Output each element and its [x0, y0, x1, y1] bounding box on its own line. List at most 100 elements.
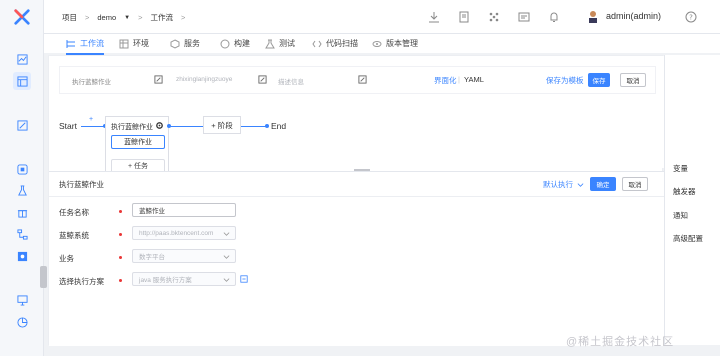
network-icon[interactable] [13, 225, 31, 243]
yaml-mode-link[interactable]: YAML [464, 75, 484, 84]
breadcrumb-item[interactable]: demo [97, 13, 116, 22]
plan-select[interactable]: java 服务执行方案 [132, 272, 236, 286]
business-value: 数字平台 [139, 254, 165, 261]
required-marker [119, 279, 122, 282]
field-label: 任务名称 [59, 208, 89, 217]
mode-separator: | [458, 75, 460, 84]
nav-notify[interactable]: 通知 [673, 210, 688, 221]
field-label: 业务 [59, 254, 74, 263]
breadcrumb-item[interactable]: 项目 [62, 12, 77, 23]
tab-workflow[interactable]: 工作流 [66, 38, 104, 55]
workflow-description: 描述信息 [278, 79, 304, 86]
grid-icon[interactable] [13, 160, 31, 178]
user-name: admin(admin) [606, 11, 662, 21]
run-mode-select[interactable]: 默认执行 [543, 179, 584, 190]
help-circle-icon[interactable]: ? [685, 11, 697, 23]
nav-variables[interactable]: 变量 [673, 163, 688, 174]
edit-icon[interactable] [13, 116, 31, 134]
cancel-button[interactable]: 取消 [620, 73, 646, 87]
gear-icon[interactable] [155, 121, 164, 130]
edit-name-icon[interactable] [154, 75, 163, 84]
eye-icon [372, 40, 382, 47]
code-icon [312, 40, 322, 47]
workflow-icon [66, 39, 75, 48]
task-atom[interactable]: 蓝鲸作业 [111, 135, 165, 149]
tab-test[interactable]: 测试 [265, 38, 295, 49]
gift-icon[interactable] [13, 203, 31, 221]
breadcrumb: 项目 > demo ▼ > 工作流 > [62, 12, 185, 23]
tab-environment[interactable]: 环境 [119, 38, 149, 49]
task-config-panel: 执行蓝鲸作业 默认执行 确定 取消 任务名称 蓝鲸作业 蓝鲸系统 http://… [49, 171, 664, 346]
edit-desc-icon[interactable] [358, 75, 367, 84]
system-value: http://paas.bktencent.com [139, 229, 214, 237]
breadcrumb-item[interactable]: 工作流 [151, 12, 174, 23]
doc-icon[interactable] [458, 11, 470, 23]
tab-label: 测试 [279, 39, 295, 48]
end-node: End [271, 121, 287, 131]
caret-down-icon[interactable]: ▼ [124, 15, 130, 21]
add-stage-button[interactable]: + 阶段 [203, 116, 241, 134]
plan-value: java 服务执行方案 [139, 277, 192, 284]
tab-service[interactable]: 服务 [170, 38, 200, 49]
news-icon[interactable] [518, 11, 530, 23]
system-select[interactable]: http://paas.bktencent.com [132, 226, 236, 240]
settings-icon[interactable] [13, 247, 31, 265]
download-icon[interactable] [428, 11, 440, 23]
stage-card[interactable]: 执行蓝鲸作业 蓝鲸作业 + 任务 [105, 116, 169, 174]
tab-label: 服务 [184, 39, 200, 48]
logo-icon[interactable] [13, 8, 31, 26]
tab-build[interactable]: 构建 [220, 38, 250, 49]
gui-mode-link[interactable]: 界面化 [434, 75, 457, 86]
run-mode-value: 默认执行 [543, 180, 573, 189]
avatar [589, 11, 597, 23]
chart-icon[interactable] [13, 50, 31, 68]
breadcrumb-separator-icon: > [85, 13, 90, 22]
nav-triggers[interactable]: 触发器 [673, 186, 696, 197]
tab-version[interactable]: 版本管理 [372, 38, 418, 49]
edit-key-icon[interactable] [258, 75, 267, 84]
breadcrumb-separator-icon: > [181, 13, 186, 22]
business-select[interactable]: 数字平台 [132, 249, 236, 263]
panel-title: 执行蓝鲸作业 [59, 180, 104, 189]
breadcrumb-separator-icon: > [138, 13, 143, 22]
task-name-input[interactable]: 蓝鲸作业 [132, 203, 236, 217]
bell-icon[interactable] [548, 11, 560, 23]
pipeline-connector [81, 126, 105, 127]
global-sidebar [0, 0, 47, 356]
tab-label: 构建 [234, 39, 250, 48]
pipeline-connector [241, 126, 267, 127]
watermark: @稀土掘金技术社区 [566, 336, 675, 348]
insert-stage-button[interactable]: + [89, 116, 93, 123]
workflow-key: zhixinglanjingzuoye [176, 76, 233, 83]
save-button[interactable]: 保存 [588, 73, 610, 87]
tab-code-scan[interactable]: 代码扫描 [312, 38, 358, 49]
user-menu[interactable]: admin(admin) [586, 9, 661, 23]
workflow-header: 执行蓝鲸作业 zhixinglanjingzuoye 描述信息 界面化 | YA… [59, 66, 656, 94]
apps-icon[interactable] [488, 11, 500, 23]
chevron-down-icon [223, 232, 230, 236]
required-marker [119, 210, 122, 213]
tab-label: 环境 [133, 39, 149, 48]
flask-nav-icon[interactable] [13, 181, 31, 199]
collapse-handle[interactable] [40, 266, 47, 288]
panel-cancel-button[interactable]: 取消 [622, 177, 648, 191]
workflow-editor: 执行蓝鲸作业 zhixinglanjingzuoye 描述信息 界面化 | YA… [48, 55, 664, 346]
tab-label: 版本管理 [386, 39, 418, 48]
workflow-name: 执行蓝鲸作业 [72, 79, 111, 86]
table-icon [119, 39, 129, 48]
tab-label: 工作流 [80, 39, 104, 48]
plan-link-icon[interactable] [240, 275, 248, 283]
save-template-link[interactable]: 保存为模板 [546, 75, 584, 86]
pie-icon[interactable] [13, 313, 31, 331]
pipeline-connector [169, 126, 203, 127]
top-bar: 项目 > demo ▼ > 工作流 > admin(admin) ? [44, 0, 720, 34]
confirm-button[interactable]: 确定 [590, 177, 616, 191]
pipeline-canvas: 执行蓝鲸作业 zhixinglanjingzuoye 描述信息 界面化 | YA… [49, 56, 664, 174]
chevron-down-icon [223, 278, 230, 282]
flask-icon [265, 39, 275, 48]
monitor-icon[interactable] [13, 291, 31, 309]
field-label: 蓝鲸系统 [59, 231, 89, 240]
divider [49, 196, 664, 197]
nav-advanced[interactable]: 高级配置 [673, 233, 703, 244]
pipeline-icon[interactable] [13, 72, 31, 90]
